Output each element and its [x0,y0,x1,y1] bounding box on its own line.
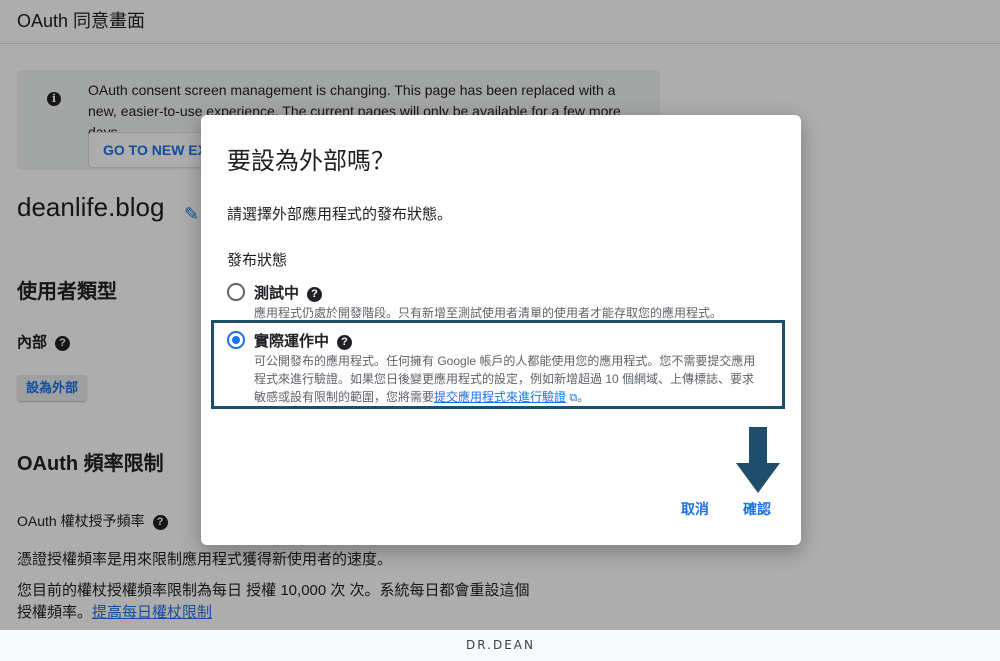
option-testing-title: 測試中? [254,282,323,303]
help-icon[interactable]: ? [307,286,323,302]
down-arrow-icon [736,427,780,493]
highlight-box [211,320,785,409]
dialog-title: 要設為外部嗎？ [227,148,395,175]
dialog-description: 請選擇外部應用程式的發布狀態。 [227,206,453,223]
option-testing-label: 測試中 [254,285,300,302]
footer: DR.DEAN [0,630,1000,661]
make-external-dialog: 要設為外部嗎？ 請選擇外部應用程式的發布狀態。 發布狀態 測試中? 應用程式仍處… [201,115,801,545]
footer-logo: DR.DEAN [466,638,535,652]
publishing-status-label: 發布狀態 [227,252,288,269]
confirm-button[interactable]: 確認 [743,499,771,519]
cancel-button[interactable]: 取消 [681,499,709,519]
radio-testing[interactable] [227,283,245,301]
